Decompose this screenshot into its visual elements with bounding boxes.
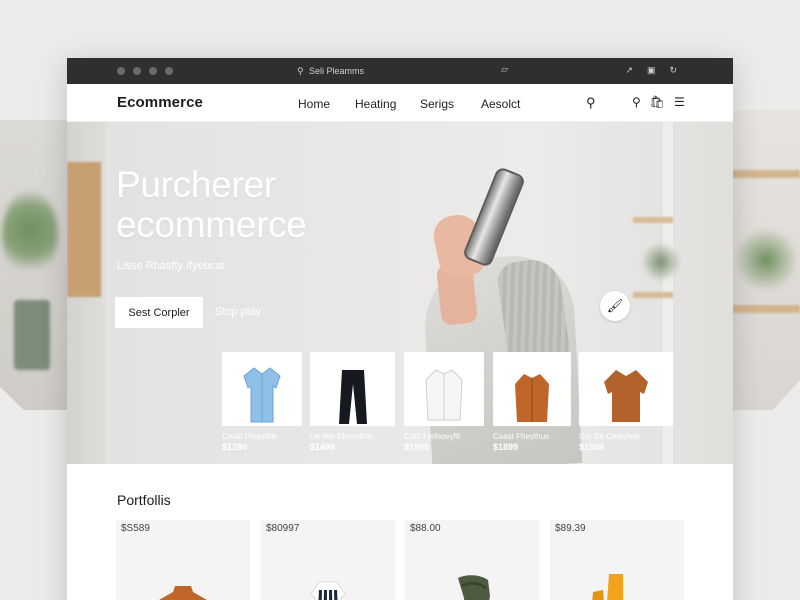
portfolio-card[interactable]: $S589 xyxy=(116,520,250,600)
product-image xyxy=(404,352,484,426)
browser-window: ⚲ Seli Pleamms ▱ ↗ ▣ ↻ Ecommerce Home He… xyxy=(67,58,733,600)
portfolio-price: $88.00 xyxy=(410,523,441,534)
background-vase xyxy=(14,300,50,370)
hero-phone xyxy=(461,165,527,269)
hero-wood-panel xyxy=(67,162,101,297)
lock-icon: ▱ xyxy=(501,64,508,74)
product-price: $1899 xyxy=(493,442,519,452)
product-image xyxy=(222,352,302,426)
portfolio-card[interactable]: $89.39 xyxy=(550,520,684,600)
nav-item-heating[interactable]: Heating xyxy=(355,97,420,111)
product-price: $1280 xyxy=(222,442,248,452)
portfolio-card[interactable]: $80997 xyxy=(261,520,395,600)
boots-icon xyxy=(592,574,623,600)
portfolio-image xyxy=(116,540,250,600)
portfolio-image xyxy=(405,540,539,600)
address-text: Seli Pleamms xyxy=(309,66,365,76)
window-dot[interactable] xyxy=(133,67,141,75)
main-menu: Home Heating Serigs Aesolct xyxy=(298,97,520,111)
share-icon[interactable]: ↗ xyxy=(625,65,633,76)
window-dot[interactable] xyxy=(149,67,157,75)
menu-icon[interactable]: ☰ xyxy=(674,95,685,109)
portfolio-card[interactable]: $88.00 xyxy=(405,520,539,600)
product-card[interactable]: Ust dle Ceaiynde $1509 xyxy=(579,352,673,452)
dress-icon xyxy=(310,581,346,600)
background-plant xyxy=(736,225,796,295)
pin-icon[interactable]: 🖌 xyxy=(600,291,630,321)
hero-model-scarf xyxy=(495,256,571,364)
portfolio-price: $89.39 xyxy=(555,523,586,534)
background-right-room xyxy=(732,110,800,410)
product-name: Ue leie Ebveythle xyxy=(310,432,373,441)
portfolio-image xyxy=(261,540,395,600)
hero-subtitle: Lisse Rhasfty Ifyebcat xyxy=(117,260,225,272)
browser-toolbar-icons: ↗ ▣ ↻ xyxy=(625,65,677,76)
jacket-icon xyxy=(425,369,463,421)
bag-icon[interactable]: 🛍 xyxy=(650,95,665,109)
browser-titlebar: ⚲ Seli Pleamms ▱ ↗ ▣ ↻ xyxy=(67,58,733,84)
scarf-icon xyxy=(458,575,490,600)
product-image xyxy=(579,352,673,426)
product-name: Ust dle Ceaiynde xyxy=(579,432,640,441)
product-name: Cottt f orfeovyfit xyxy=(404,432,461,441)
search-icon[interactable]: ⚲ xyxy=(586,95,596,111)
background-shelf xyxy=(732,170,800,178)
product-price: $1509 xyxy=(579,442,605,452)
portfolio-image xyxy=(550,540,684,600)
product-card[interactable]: Cottt f orfeovyfit $1599 xyxy=(404,352,484,452)
hero-title: Purcherer ecommerce xyxy=(116,165,307,245)
hero-shelf xyxy=(633,217,673,223)
background-plant xyxy=(2,190,58,280)
jacket-icon xyxy=(515,374,549,422)
trousers-icon xyxy=(338,370,367,424)
product-card[interactable]: Ue leie Ebveythle $1499 xyxy=(310,352,395,452)
site-navbar: Ecommerce Home Heating Serigs Aesolct ⚲ … xyxy=(67,84,733,122)
product-name: Cealit Pleaythle xyxy=(222,432,278,441)
hero-title-line: Purcherer xyxy=(116,164,276,205)
product-name: Caast Fheythus xyxy=(493,432,550,441)
turtleneck-icon xyxy=(159,586,207,600)
window-controls xyxy=(117,67,173,75)
hero-banner: Purcherer ecommerce Lisse Rhasfty Ifyebc… xyxy=(67,122,733,464)
brand-logo[interactable]: Ecommerce xyxy=(117,94,203,111)
background-left-room xyxy=(0,120,68,410)
window-dot[interactable] xyxy=(117,67,125,75)
product-card[interactable]: Cealit Pleaythle $1280 xyxy=(222,352,302,452)
hero-title-line: ecommerce xyxy=(116,204,307,245)
search-icon: ⚲ xyxy=(297,65,304,76)
shirt-icon xyxy=(243,367,281,423)
background-shelf xyxy=(732,305,800,313)
product-image xyxy=(310,352,395,426)
window-dot[interactable] xyxy=(165,67,173,75)
nav-item-aesolct[interactable]: Aesolct xyxy=(481,97,520,111)
secondary-cta-link[interactable]: Stop play xyxy=(215,306,261,318)
search-icon[interactable]: ⚲ xyxy=(632,95,641,109)
product-price: $1599 xyxy=(404,442,430,452)
product-card[interactable]: Caast Fheythus $1899 xyxy=(493,352,571,452)
portfolio-price: $S589 xyxy=(121,523,150,534)
nav-item-serigs[interactable]: Serigs xyxy=(420,97,481,111)
product-price: $1499 xyxy=(310,442,336,452)
nav-icon-group: ⚲ 🛍 ☰ xyxy=(632,95,685,109)
hero-plant xyxy=(641,242,681,282)
nav-item-home[interactable]: Home xyxy=(298,97,355,111)
product-image xyxy=(493,352,571,426)
section-title: Portfollis xyxy=(117,492,171,508)
hero-shelf xyxy=(633,292,673,298)
tabs-icon[interactable]: ▣ xyxy=(647,65,656,76)
refresh-icon[interactable]: ↻ xyxy=(669,65,677,76)
primary-cta-button[interactable]: Sest Corpler xyxy=(115,297,203,328)
portfolio-price: $80997 xyxy=(266,523,300,534)
sweater-icon xyxy=(604,370,648,422)
address-bar[interactable]: ⚲ Seli Pleamms ▱ xyxy=(297,64,512,78)
